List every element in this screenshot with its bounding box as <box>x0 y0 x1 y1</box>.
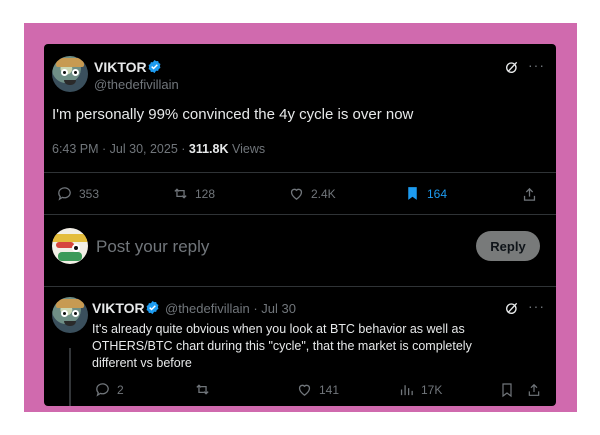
views-count: 17K <box>421 382 443 397</box>
thread-line <box>69 348 71 406</box>
divider <box>44 286 556 287</box>
reply-author-avatar[interactable] <box>52 297 88 333</box>
bookmark-icon <box>408 187 417 200</box>
divider <box>44 172 556 173</box>
views-count: 311.8K <box>188 142 229 156</box>
repost-icon <box>196 384 209 395</box>
tweet-meta: 6:43 PM · Jul 30, 2025 · 311.8K Views <box>52 142 265 156</box>
reply-author-name[interactable]: VIKTOR <box>92 300 145 316</box>
divider <box>44 214 556 215</box>
reply-button[interactable]: 353 <box>56 185 99 202</box>
share-icon[interactable] <box>521 186 538 203</box>
more-icon[interactable]: ··· <box>528 298 545 314</box>
repost-icon <box>174 188 187 199</box>
author-handle[interactable]: @thedefivillain <box>94 77 179 92</box>
reply-count: 353 <box>79 186 100 201</box>
author-name[interactable]: VIKTOR <box>94 59 147 75</box>
share-icon[interactable] <box>526 382 542 398</box>
reply-icon <box>96 383 109 397</box>
like-button[interactable]: 2.4K <box>288 185 336 202</box>
tweet-card: VIKTOR @thedefivillain ··· I'm personall… <box>44 44 556 406</box>
reply-submit-button[interactable]: Reply <box>476 231 540 261</box>
like-count: 141 <box>319 382 340 397</box>
views-button[interactable]: 17K <box>398 381 442 398</box>
reply-button[interactable]: 2 <box>94 381 124 398</box>
like-count: 2.4K <box>311 186 336 201</box>
reply-count: 2 <box>117 382 124 397</box>
like-icon <box>290 188 303 200</box>
reply-author-handle[interactable]: @thedefivillain · Jul 30 <box>165 301 296 316</box>
verified-icon <box>146 300 159 315</box>
reply-icon <box>58 187 71 201</box>
bookmark-count: 164 <box>427 186 448 201</box>
author-avatar[interactable] <box>52 56 88 92</box>
tweet-text: I'm personally 99% convinced the 4y cycl… <box>52 106 414 123</box>
bookmark-icon[interactable] <box>499 382 515 398</box>
verified-icon <box>148 59 161 74</box>
user-avatar[interactable] <box>52 228 88 264</box>
like-button[interactable]: 141 <box>296 381 339 398</box>
like-icon <box>298 384 311 396</box>
more-icon[interactable]: ··· <box>528 57 545 73</box>
views-label: Views <box>228 142 266 156</box>
grok-icon[interactable] <box>504 59 520 75</box>
repost-button[interactable] <box>194 381 217 398</box>
grok-icon[interactable] <box>504 300 520 316</box>
repost-button[interactable]: 128 <box>172 185 215 202</box>
tweet-timestamp[interactable]: 6:43 PM · Jul 30, 2025 · <box>52 142 189 156</box>
reply-text: It's already quite obvious when you look… <box>92 322 472 370</box>
views-icon <box>400 385 413 396</box>
bookmark-button[interactable]: 164 <box>404 185 447 202</box>
repost-count: 128 <box>195 186 216 201</box>
reply-input[interactable]: Post your reply <box>96 237 209 257</box>
